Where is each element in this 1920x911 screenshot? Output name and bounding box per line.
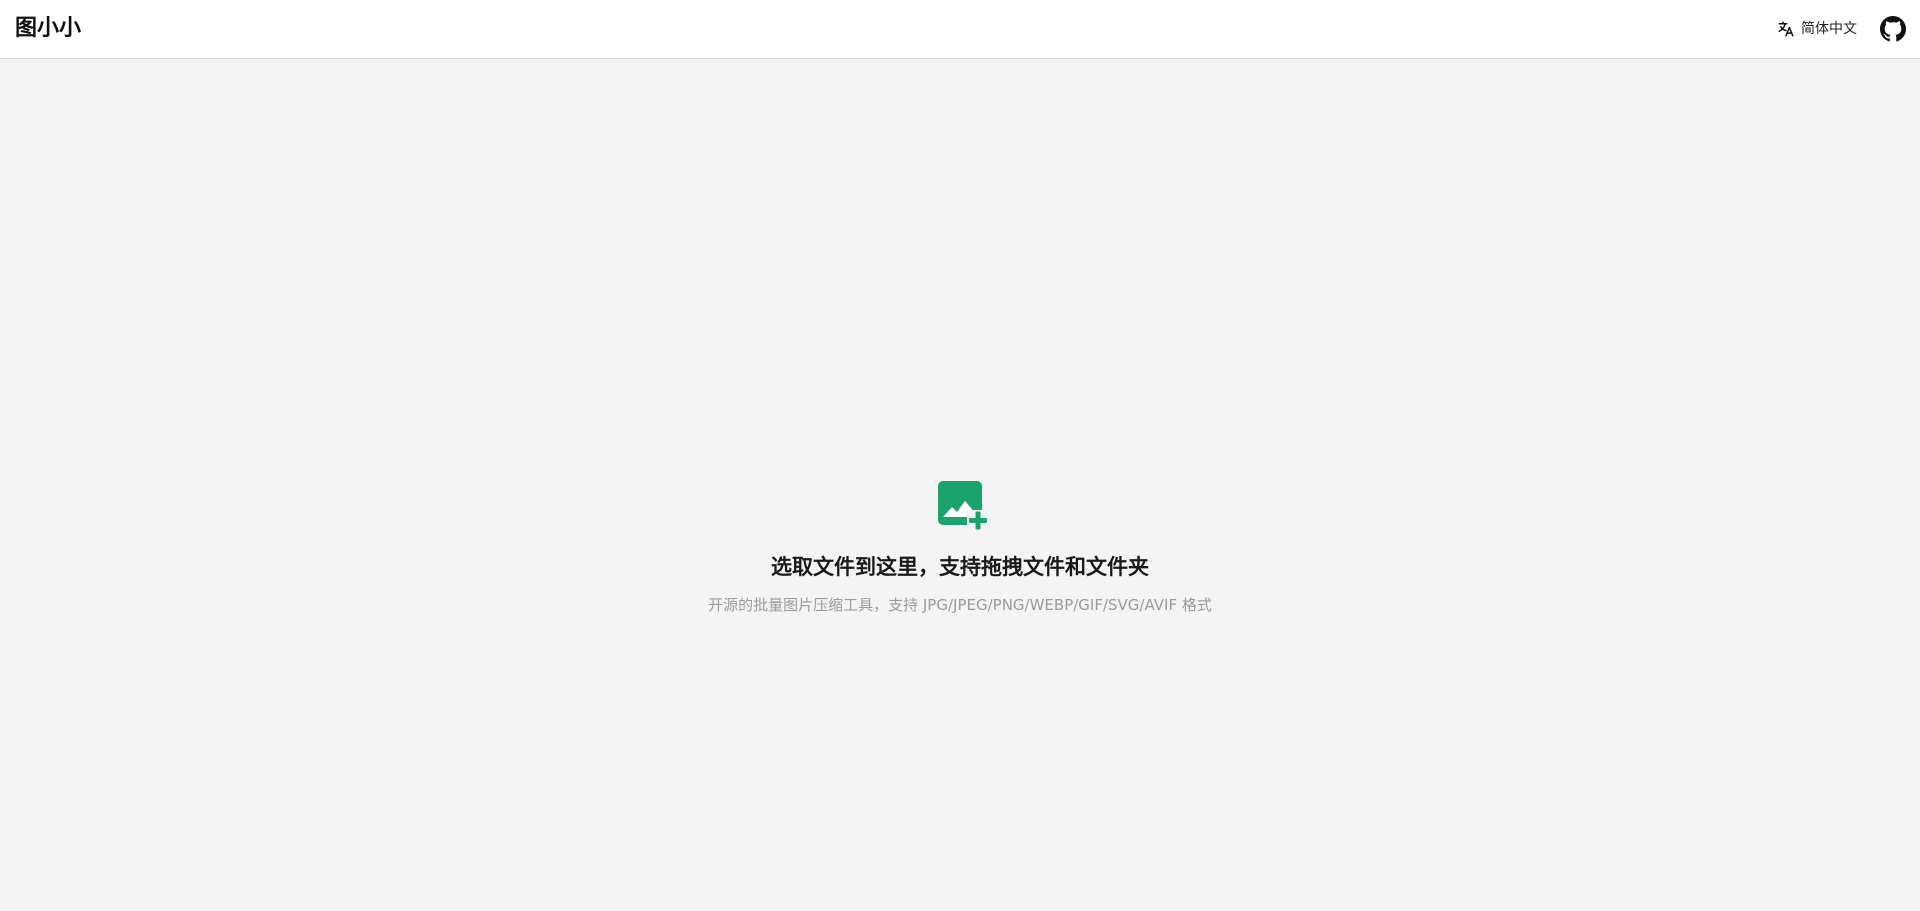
upload-description: 开源的批量图片压缩工具，支持 JPG/JPEG/PNG/WEBP/GIF/SVG…: [708, 596, 1212, 614]
app-logo[interactable]: 图小小: [15, 14, 81, 44]
app-header: 图小小 简体中文: [0, 0, 1920, 59]
github-link[interactable]: [1880, 16, 1906, 42]
language-label: 简体中文: [1801, 21, 1857, 37]
upload-title: 选取文件到这里，支持拖拽文件和文件夹: [771, 555, 1149, 579]
upload-dropzone[interactable]: 选取文件到这里，支持拖拽文件和文件夹 开源的批量图片压缩工具，支持 JPG/JP…: [0, 60, 1920, 911]
github-icon: [1880, 16, 1906, 42]
translate-icon: [1777, 20, 1795, 38]
language-switcher[interactable]: 简体中文: [1777, 17, 1857, 41]
add-image-icon[interactable]: [936, 479, 988, 531]
